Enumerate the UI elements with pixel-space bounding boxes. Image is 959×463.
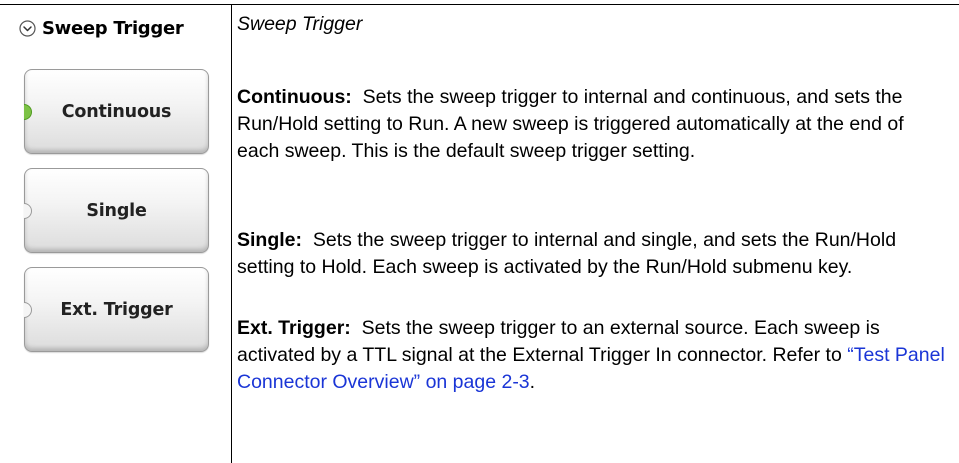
submenu-header[interactable]: Sweep Trigger (19, 18, 184, 39)
continuous-description: Continuous: Sets the sweep trigger to in… (237, 84, 947, 165)
submenu-panel: Sweep Trigger Continuous Single Ext. Tri… (0, 0, 231, 463)
single-button-label: Single (86, 200, 147, 221)
column-divider (231, 4, 232, 463)
ext-trigger-term: Ext. Trigger: (237, 317, 351, 339)
single-description: Single: Sets the sweep trigger to intern… (237, 227, 947, 281)
inactive-indicator (24, 301, 32, 318)
continuous-button[interactable]: Continuous (24, 69, 209, 154)
continuous-button-label: Continuous (61, 101, 172, 122)
single-button[interactable]: Single (24, 168, 209, 253)
chevron-down-icon (19, 20, 36, 37)
inactive-indicator (24, 202, 32, 219)
ext-trigger-description: Ext. Trigger: Sets the sweep trigger to … (237, 315, 947, 396)
section-title: Sweep Trigger (237, 13, 363, 35)
continuous-term: Continuous: (237, 86, 352, 108)
single-text: Sets the sweep trigger to internal and s… (237, 229, 897, 278)
ext-trigger-button[interactable]: Ext. Trigger (24, 267, 209, 352)
ext-trigger-button-label: Ext. Trigger (60, 299, 173, 320)
description-panel: Sweep Trigger Continuous: Sets the sweep… (237, 0, 952, 463)
ext-trigger-end: . (529, 371, 536, 393)
active-indicator (24, 103, 32, 120)
single-term: Single: (237, 229, 303, 251)
submenu-title: Sweep Trigger (42, 18, 184, 39)
